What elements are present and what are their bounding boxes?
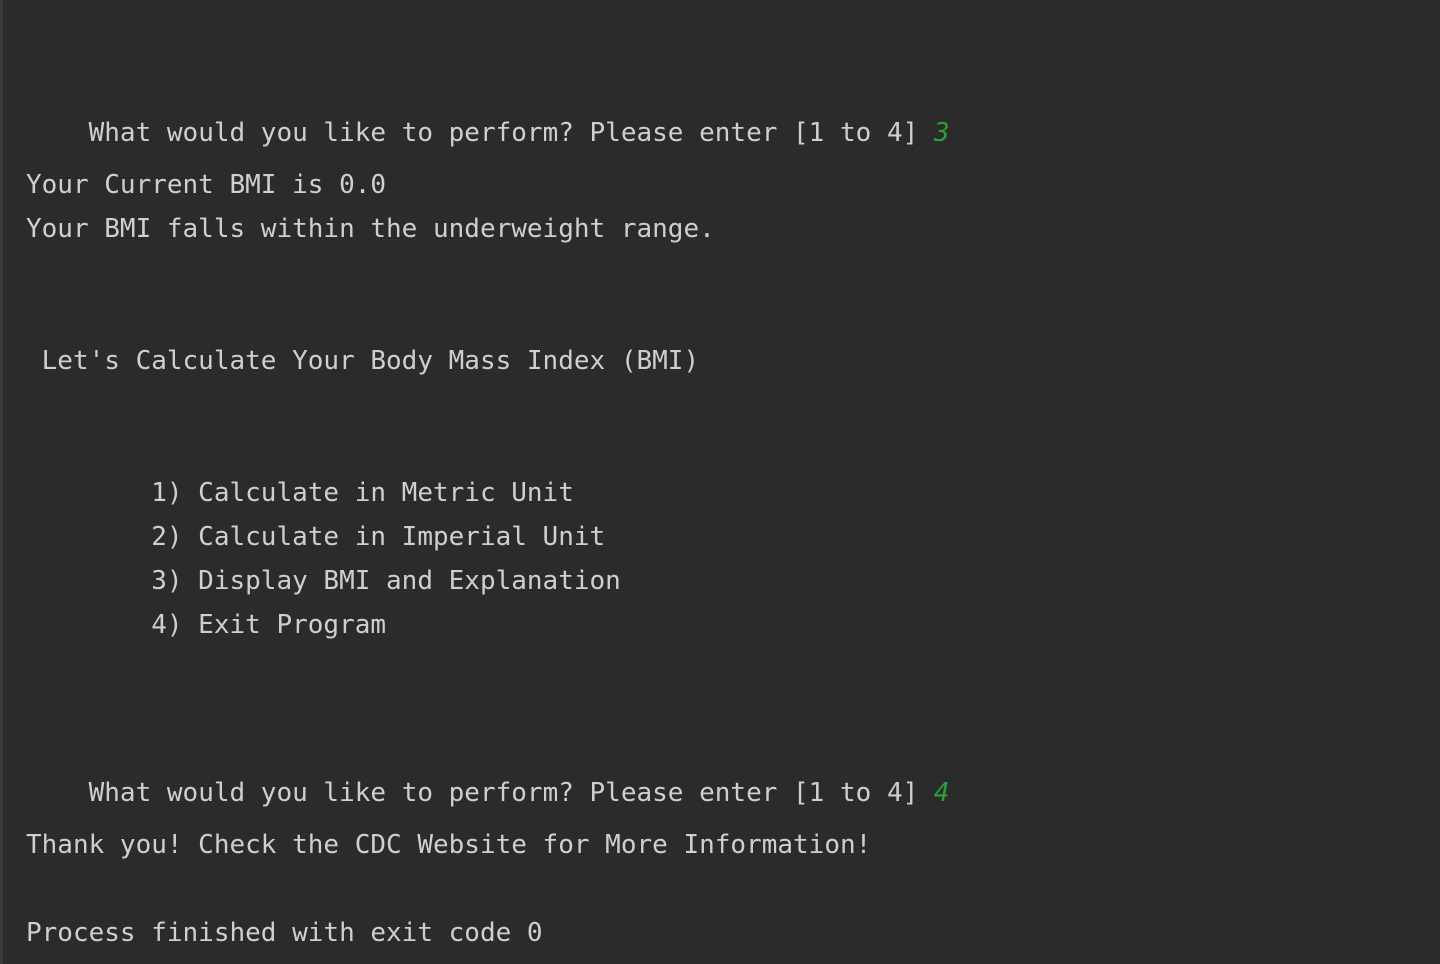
bmi-range-line: Your BMI falls within the underweight ra… (26, 214, 715, 244)
user-input-2: 4 (933, 778, 950, 808)
menu-item-metric: 1) Calculate in Metric Unit (26, 478, 574, 508)
prompt-text-1: What would you like to perform? Please e… (88, 118, 934, 148)
bmi-current-line: Your Current BMI is 0.0 (26, 170, 387, 200)
console-output[interactable]: What would you like to perform? Please e… (0, 0, 1440, 964)
heading-line: Let's Calculate Your Body Mass Index (BM… (26, 346, 700, 376)
exit-code-line: Process finished with exit code 0 (26, 918, 543, 948)
menu-item-display: 3) Display BMI and Explanation (26, 566, 621, 596)
thank-you-line: Thank you! Check the CDC Website for Mor… (26, 830, 872, 860)
menu-item-exit: 4) Exit Program (26, 610, 387, 640)
menu-item-imperial: 2) Calculate in Imperial Unit (26, 522, 606, 552)
prompt-line-2: What would you like to perform? Please e… (26, 739, 950, 808)
user-input-1: 3 (933, 118, 950, 148)
prompt-line-1: What would you like to perform? Please e… (26, 79, 950, 148)
prompt-text-2: What would you like to perform? Please e… (88, 778, 934, 808)
